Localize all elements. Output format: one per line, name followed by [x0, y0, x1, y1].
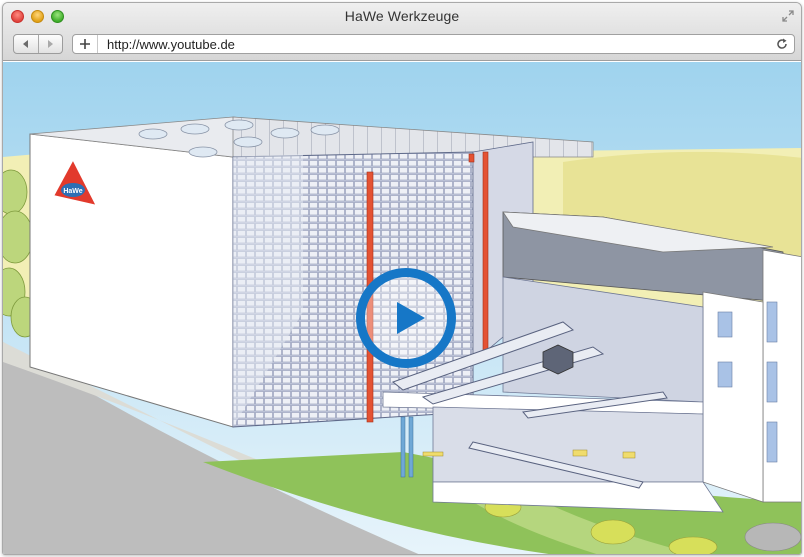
title-bar: HaWe Werkzeuge http://www.youtube.de	[3, 3, 801, 61]
url-text[interactable]: http://www.youtube.de	[107, 37, 235, 52]
play-icon	[397, 302, 425, 334]
back-arrow-icon	[22, 40, 28, 48]
browser-window: HaWe Werkzeuge http://www.youtube.de HaW…	[2, 2, 802, 555]
reload-icon[interactable]	[776, 38, 788, 50]
fullscreen-icon[interactable]	[781, 9, 795, 23]
logo-text: HaWe	[63, 188, 82, 195]
video-player[interactable]: HaWe	[3, 62, 801, 554]
back-button[interactable]	[14, 35, 38, 53]
address-bar[interactable]: http://www.youtube.de	[72, 34, 795, 54]
forward-button[interactable]	[37, 35, 63, 53]
new-tab-button[interactable]	[73, 35, 98, 53]
play-button[interactable]	[356, 268, 456, 368]
window-title: HaWe Werkzeuge	[344, 8, 460, 24]
forward-arrow-icon	[48, 40, 54, 48]
navigation-buttons	[13, 34, 63, 54]
plus-icon	[80, 39, 90, 49]
